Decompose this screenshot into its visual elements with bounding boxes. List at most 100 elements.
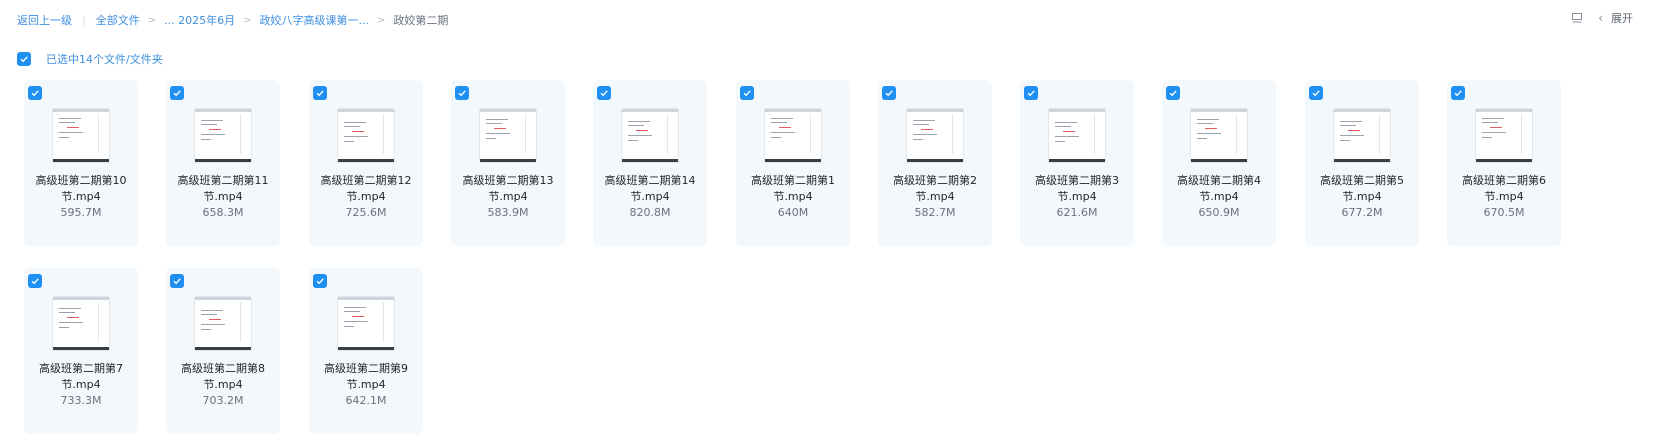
file-name: 高级班第二期第3 节.mp4 xyxy=(1022,173,1132,205)
list-view-icon[interactable] xyxy=(1570,11,1584,25)
file-card[interactable]: 高级班第二期第10 节.mp4 595.7M xyxy=(24,80,138,246)
file-name-line: 节.mp4 xyxy=(203,378,243,391)
file-checkbox[interactable] xyxy=(170,274,184,288)
file-card[interactable]: 高级班第二期第4 节.mp4 650.9M xyxy=(1162,80,1276,246)
file-name-line: 高级班第二期第14 xyxy=(604,174,696,187)
file-name-line: 高级班第二期第10 xyxy=(35,174,127,187)
file-name-line: 节.mp4 xyxy=(915,190,955,203)
file-size: 733.3M xyxy=(60,394,102,407)
file-card[interactable]: 高级班第二期第11 节.mp4 658.3M xyxy=(166,80,280,246)
file-checkbox[interactable] xyxy=(170,86,184,100)
file-card[interactable]: 高级班第二期第14 节.mp4 820.8M xyxy=(593,80,707,246)
file-card[interactable]: 高级班第二期第13 节.mp4 583.9M xyxy=(451,80,565,246)
file-name: 高级班第二期第13 节.mp4 xyxy=(453,173,563,205)
file-name-line: 高级班第二期第2 xyxy=(893,174,977,187)
file-card[interactable]: 高级班第二期第8 节.mp4 703.2M xyxy=(166,268,280,434)
file-checkbox[interactable] xyxy=(1309,86,1323,100)
file-name: 高级班第二期第5 节.mp4 xyxy=(1307,173,1417,205)
file-name: 高级班第二期第8 节.mp4 xyxy=(168,361,278,393)
file-name: 高级班第二期第14 节.mp4 xyxy=(595,173,705,205)
file-name-line: 高级班第二期第9 xyxy=(324,362,408,375)
file-size: 621.6M xyxy=(1056,206,1098,219)
file-card[interactable]: 高级班第二期第6 节.mp4 670.5M xyxy=(1447,80,1561,246)
select-all-checkbox[interactable] xyxy=(17,52,31,66)
file-size: 820.8M xyxy=(629,206,671,219)
file-name-line: 节.mp4 xyxy=(61,378,101,391)
video-thumbnail xyxy=(338,109,394,162)
file-card[interactable]: 高级班第二期第7 节.mp4 733.3M xyxy=(24,268,138,434)
file-name-line: 节.mp4 xyxy=(346,190,386,203)
file-card[interactable]: 高级班第二期第3 节.mp4 621.6M xyxy=(1020,80,1134,246)
back-link[interactable]: 返回上一级 xyxy=(17,12,72,28)
file-name-line: 高级班第二期第4 xyxy=(1177,174,1261,187)
file-name-line: 节.mp4 xyxy=(1057,190,1097,203)
file-name-line: 节.mp4 xyxy=(203,190,243,203)
expand-button[interactable]: ‹ 展开 xyxy=(1598,10,1633,26)
file-name-line: 高级班第二期第8 xyxy=(181,362,265,375)
file-name-line: 节.mp4 xyxy=(61,190,101,203)
breadcrumb-separator-icon: > xyxy=(147,14,157,26)
selection-count-label: 已选中14个文件/文件夹 xyxy=(46,53,163,66)
video-thumbnail xyxy=(338,297,394,350)
file-name: 高级班第二期第4 节.mp4 xyxy=(1164,173,1274,205)
video-thumbnail xyxy=(1334,109,1390,162)
file-size: 725.6M xyxy=(345,206,387,219)
expand-label: 展开 xyxy=(1611,12,1633,25)
file-checkbox[interactable] xyxy=(313,86,327,100)
file-card[interactable]: 高级班第二期第2 节.mp4 582.7M xyxy=(878,80,992,246)
file-checkbox[interactable] xyxy=(1024,86,1038,100)
video-thumbnail xyxy=(1476,109,1532,162)
selection-bar: 已选中14个文件/文件夹 xyxy=(17,51,163,67)
file-size: 642.1M xyxy=(345,394,387,407)
video-thumbnail xyxy=(765,109,821,162)
file-name-line: 节.mp4 xyxy=(630,190,670,203)
file-card[interactable]: 高级班第二期第1 节.mp4 640M xyxy=(736,80,850,246)
file-checkbox[interactable] xyxy=(313,274,327,288)
file-name-line: 节.mp4 xyxy=(1484,190,1524,203)
file-name-line: 高级班第二期第1 xyxy=(751,174,835,187)
file-name: 高级班第二期第9 节.mp4 xyxy=(311,361,421,393)
breadcrumb-current: 政姣第二期 xyxy=(393,14,449,27)
file-checkbox[interactable] xyxy=(740,86,754,100)
file-checkbox[interactable] xyxy=(597,86,611,100)
file-name: 高级班第二期第12 节.mp4 xyxy=(311,173,421,205)
file-checkbox[interactable] xyxy=(1451,86,1465,100)
file-checkbox[interactable] xyxy=(882,86,896,100)
file-name-line: 高级班第二期第3 xyxy=(1035,174,1119,187)
file-name-line: 节.mp4 xyxy=(488,190,528,203)
breadcrumb-separator-icon: > xyxy=(376,14,386,26)
video-thumbnail xyxy=(195,109,251,162)
file-name: 高级班第二期第11 节.mp4 xyxy=(168,173,278,205)
file-checkbox[interactable] xyxy=(455,86,469,100)
video-thumbnail xyxy=(480,109,536,162)
file-size: 703.2M xyxy=(202,394,244,407)
file-size: 670.5M xyxy=(1483,206,1525,219)
file-name-line: 高级班第二期第11 xyxy=(177,174,269,187)
breadcrumb-divider: | xyxy=(82,13,86,27)
breadcrumb-parent[interactable]: 政姣八字高级课第一... xyxy=(259,12,369,28)
file-size: 650.9M xyxy=(1198,206,1240,219)
chevron-left-icon: ‹ xyxy=(1598,11,1603,25)
file-name-line: 节.mp4 xyxy=(1342,190,1382,203)
file-checkbox[interactable] xyxy=(28,274,42,288)
file-size: 677.2M xyxy=(1341,206,1383,219)
file-checkbox[interactable] xyxy=(1166,86,1180,100)
file-checkbox[interactable] xyxy=(28,86,42,100)
video-thumbnail xyxy=(907,109,963,162)
file-name-line: 高级班第二期第13 xyxy=(462,174,554,187)
view-tools: ‹ 展开 xyxy=(1570,10,1633,26)
video-thumbnail xyxy=(53,109,109,162)
video-thumbnail xyxy=(53,297,109,350)
breadcrumb: 返回上一级 | 全部文件 > ... 2025年6月 > 政姣八字高级课第一..… xyxy=(17,12,1653,28)
file-card[interactable]: 高级班第二期第9 节.mp4 642.1M xyxy=(309,268,423,434)
file-name-line: 高级班第二期第5 xyxy=(1320,174,1404,187)
file-name: 高级班第二期第1 节.mp4 xyxy=(738,173,848,205)
file-card[interactable]: 高级班第二期第5 节.mp4 677.2M xyxy=(1305,80,1419,246)
file-card[interactable]: 高级班第二期第12 节.mp4 725.6M xyxy=(309,80,423,246)
file-size: 640M xyxy=(777,206,809,219)
file-name-line: 高级班第二期第12 xyxy=(320,174,412,187)
breadcrumb-root[interactable]: 全部文件 xyxy=(96,12,140,28)
file-name: 高级班第二期第7 节.mp4 xyxy=(26,361,136,393)
breadcrumb-year[interactable]: ... 2025年6月 xyxy=(164,12,235,28)
file-name-line: 节.mp4 xyxy=(1199,190,1239,203)
